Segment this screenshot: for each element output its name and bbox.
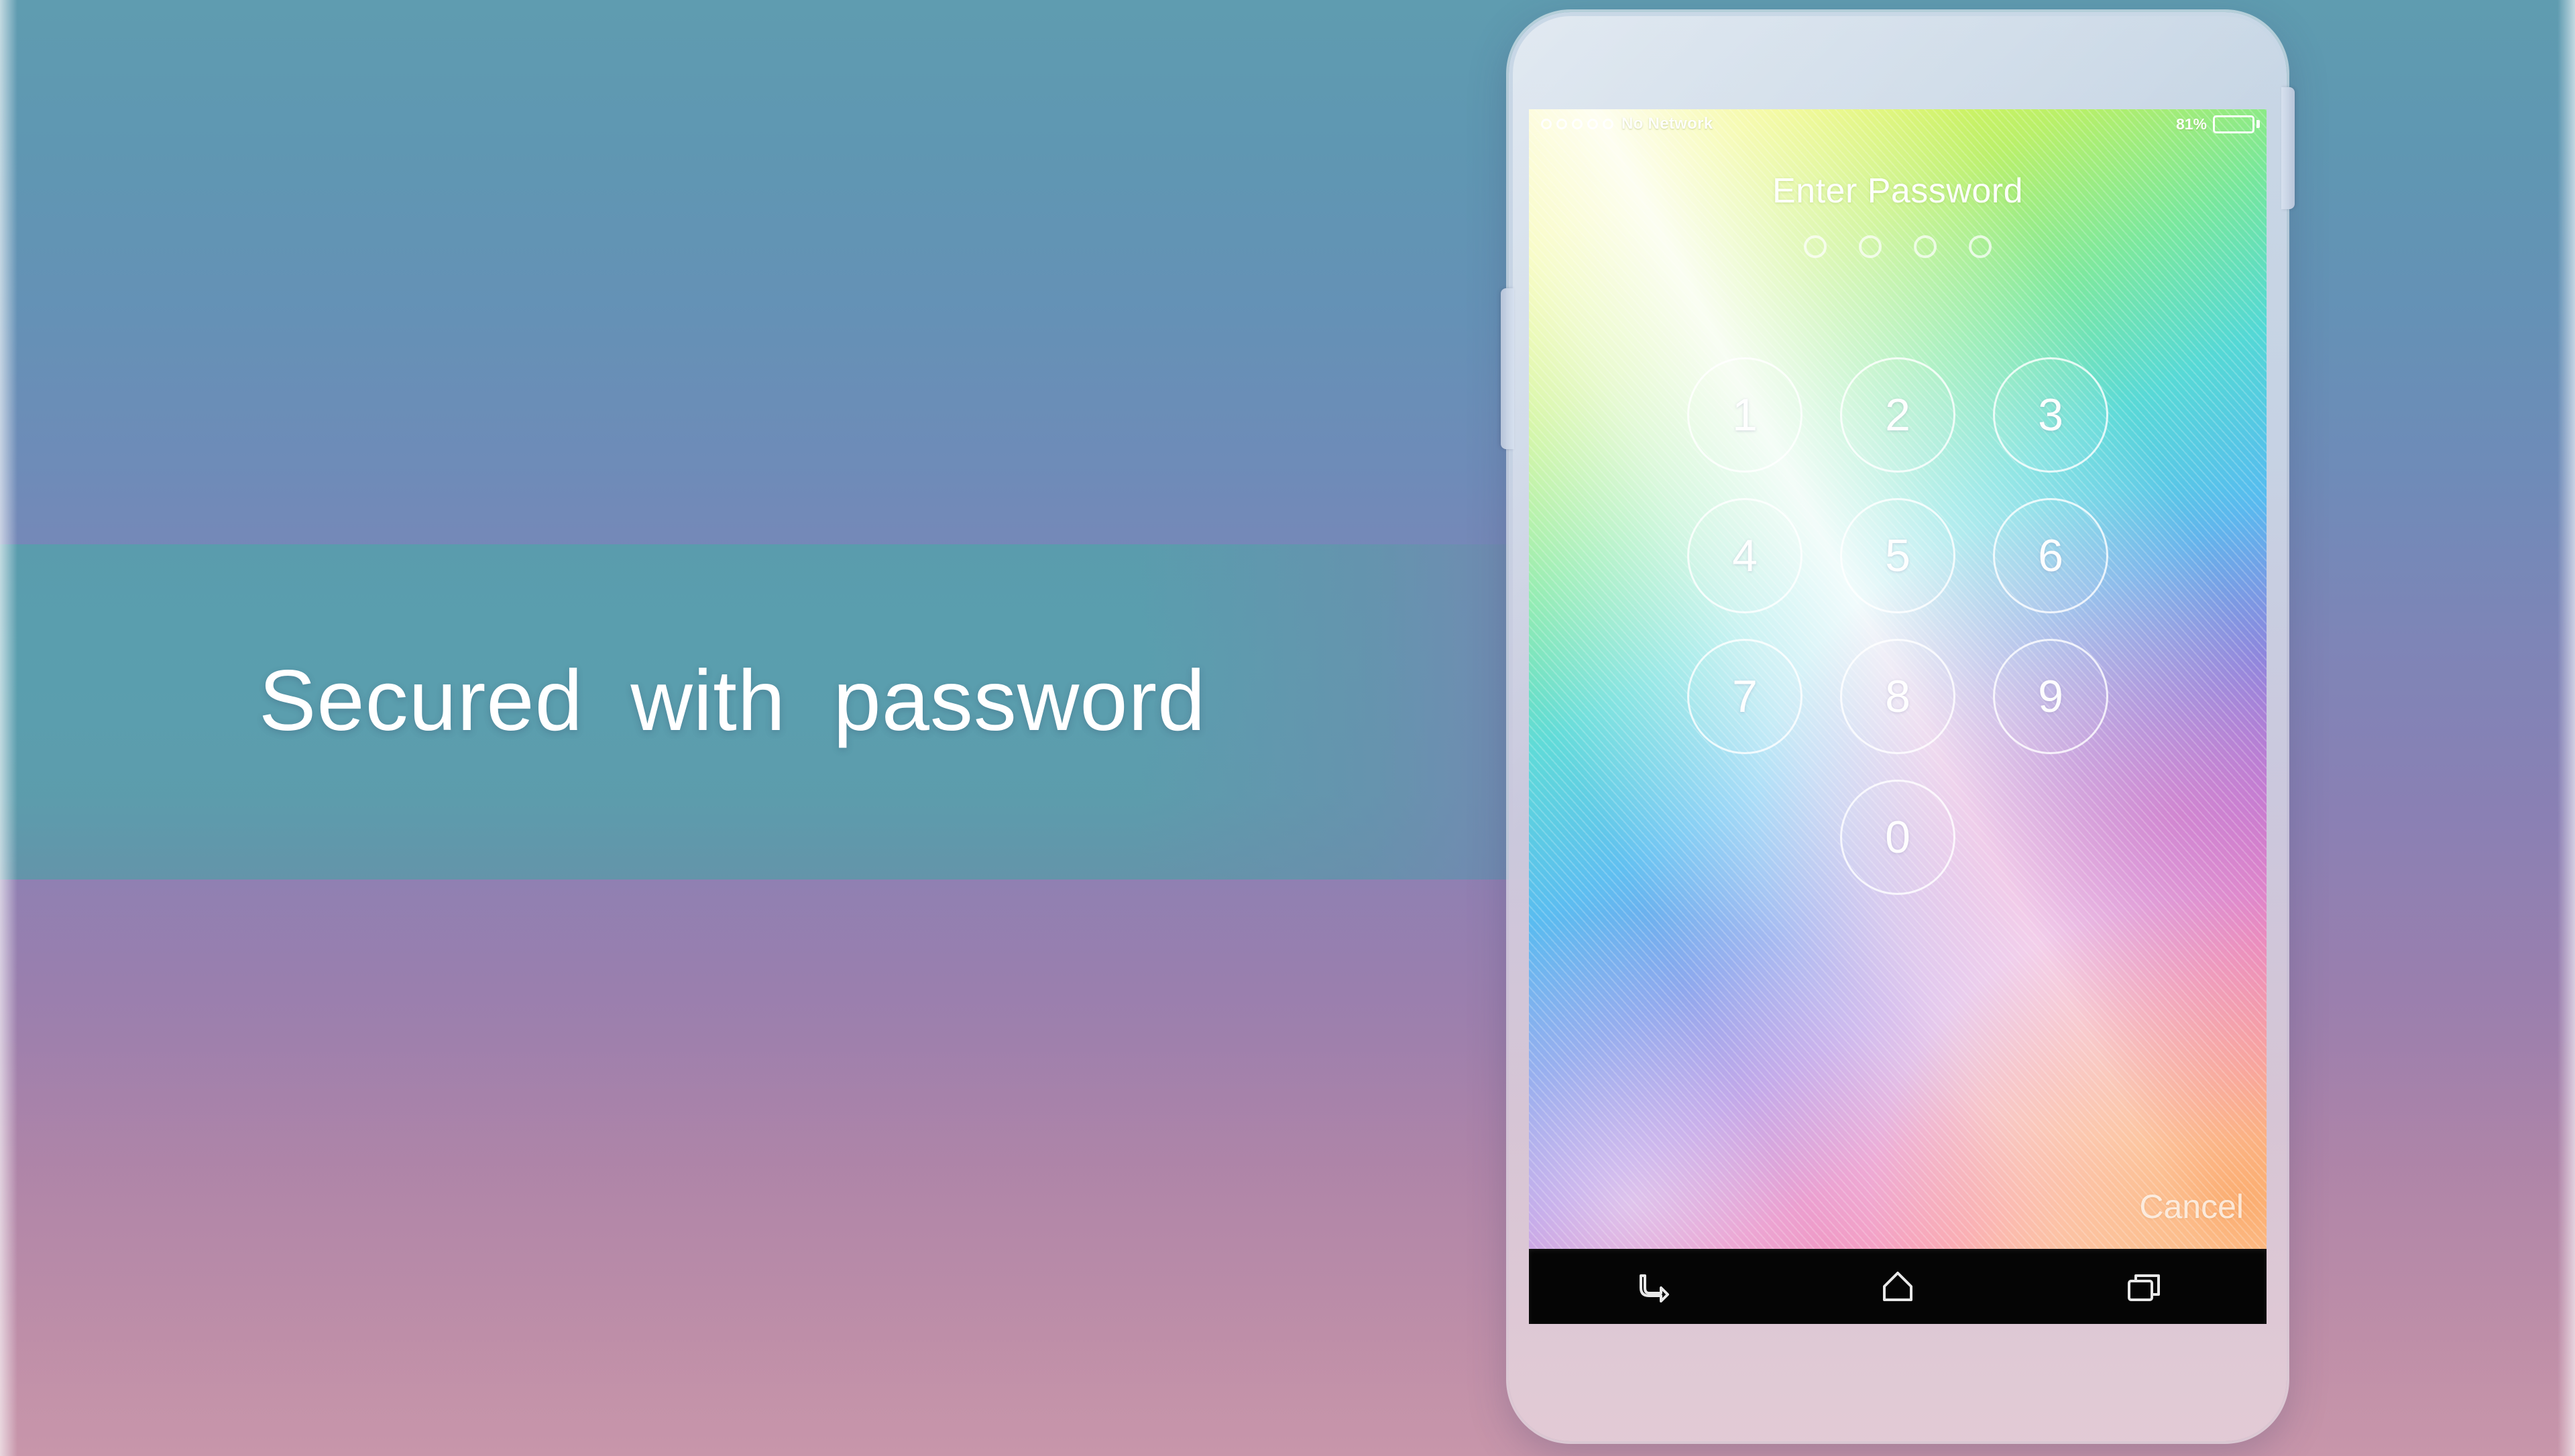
tagline-text: Secured with password (259, 653, 1206, 749)
enter-password-title: Enter Password (1772, 172, 2024, 210)
android-navigation-bar (1529, 1249, 2267, 1324)
battery-percent-label: 81% (2175, 115, 2207, 133)
signal-dot (1603, 119, 1613, 129)
nav-home-button[interactable] (1841, 1253, 1955, 1320)
nav-back-button[interactable] (1595, 1253, 1709, 1320)
screenshot-root: Secured with password No Network 81% Ent… (0, 0, 2575, 1456)
battery-cap (2256, 120, 2260, 128)
back-arrow-icon (1630, 1268, 1673, 1305)
key-0[interactable]: 0 (1840, 780, 1955, 895)
keypad-row: 7 8 9 (1687, 639, 2108, 754)
password-dot (1969, 235, 1992, 258)
key-1[interactable]: 1 (1687, 357, 1802, 473)
keypad-row: 1 2 3 (1687, 357, 2108, 473)
password-dots (1529, 235, 2267, 258)
key-2[interactable]: 2 (1840, 357, 1955, 473)
signal-dot (1587, 119, 1598, 129)
keypad-row: 0 (1687, 780, 2108, 895)
key-7[interactable]: 7 (1687, 639, 1802, 754)
status-bar: No Network 81% (1529, 109, 2267, 139)
home-icon (1876, 1268, 1919, 1305)
power-button[interactable] (2281, 87, 2295, 209)
carrier-label: No Network (1621, 115, 1713, 133)
key-5[interactable]: 5 (1840, 498, 1955, 613)
key-9[interactable]: 9 (1993, 639, 2108, 754)
recents-icon (2122, 1268, 2165, 1305)
password-dot (1859, 235, 1882, 258)
cancel-button[interactable]: Cancel (2139, 1187, 2244, 1226)
key-4[interactable]: 4 (1687, 498, 1802, 613)
background-edge-left (0, 0, 17, 1456)
signal-dot (1572, 119, 1583, 129)
password-dot (1804, 235, 1827, 258)
signal-strength-icon (1541, 119, 1613, 129)
password-dot (1914, 235, 1937, 258)
phone-screen: No Network 81% Enter Password 1 2 3 4 5 … (1529, 109, 2267, 1249)
keypad-row: 4 5 6 (1687, 498, 2108, 613)
key-6[interactable]: 6 (1993, 498, 2108, 613)
numeric-keypad: 1 2 3 4 5 6 7 8 9 0 (1529, 357, 2267, 895)
battery-shell (2213, 115, 2254, 133)
key-blank-left (1687, 780, 1802, 895)
phone-device: No Network 81% Enter Password 1 2 3 4 5 … (1501, 12, 2295, 1441)
signal-dot (1556, 119, 1567, 129)
key-blank-right (1993, 780, 2108, 895)
volume-rocker-button[interactable] (1501, 288, 1514, 449)
background-edge-right (2558, 0, 2575, 1456)
battery-icon (2213, 115, 2260, 133)
status-bar-right: 81% (2175, 115, 2260, 133)
signal-dot (1541, 119, 1552, 129)
key-3[interactable]: 3 (1993, 357, 2108, 473)
nav-recents-button[interactable] (2087, 1253, 2201, 1320)
key-8[interactable]: 8 (1840, 639, 1955, 754)
